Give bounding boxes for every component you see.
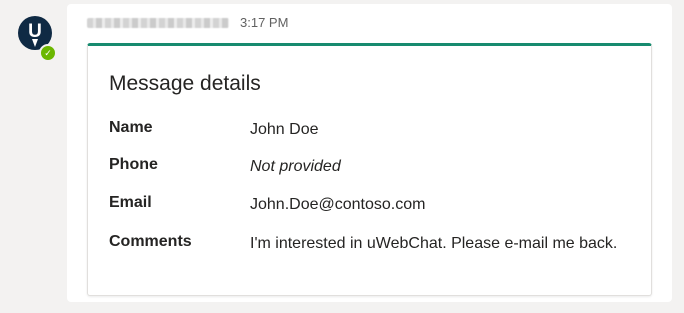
field-value-name: John Doe [250,121,319,138]
field-label-name: Name [109,119,153,136]
field-value-email: John.Doe@contoso.com [250,196,426,213]
field-value-comments: I'm interested in uWebChat. Please e-mai… [250,235,618,252]
message-time: 3:17 PM [240,15,289,30]
field-label-comments: Comments [109,233,192,250]
field-value-phone: Not provided [250,158,341,175]
presence-available-icon: ✓ [39,44,57,62]
avatar-pin-icon [32,39,38,47]
field-label-email: Email [109,194,152,211]
card-title: Message details [109,72,261,95]
adaptive-card: Message details Name John Doe Phone Not … [87,43,652,296]
message-bubble: 3:17 PM Message details Name John Doe Ph… [67,4,672,302]
sender-name-blurred [87,18,229,28]
field-label-phone: Phone [109,156,158,173]
